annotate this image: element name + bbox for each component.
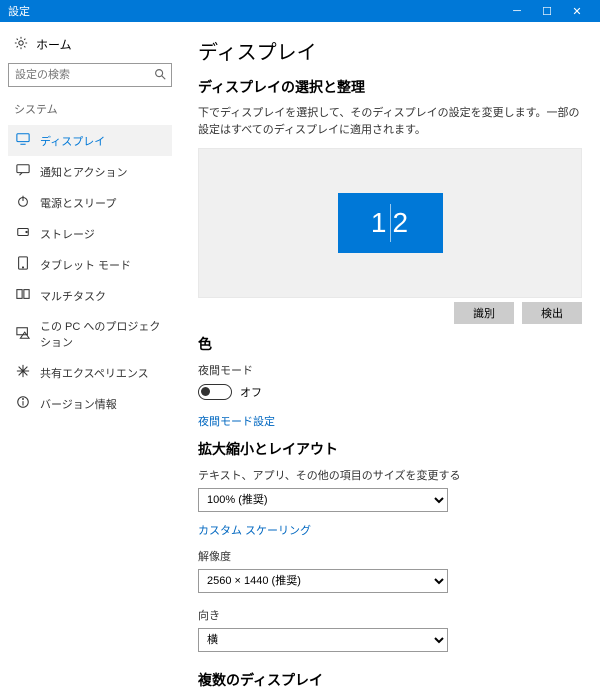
sidebar-item-label: この PC へのプロジェクション [40,318,164,350]
search-box[interactable] [8,63,172,87]
sidebar-item-multitask[interactable]: マルチタスク [8,280,172,311]
display-arrange-area[interactable]: 1 2 [198,148,582,298]
sidebar-item-label: マルチタスク [40,288,106,304]
sidebar-item-about[interactable]: バージョン情報 [8,388,172,419]
display-1-number: 1 [371,207,388,239]
tablet-icon [16,256,30,273]
arrange-title: ディスプレイの選択と整理 [198,77,582,97]
orientation-select[interactable]: 横 [198,628,448,652]
message-icon [16,163,30,180]
resolution-select[interactable]: 2560 × 1440 (推奨) [198,569,448,593]
main-content: ディスプレイ ディスプレイの選択と整理 下でディスプレイを選択して、そのディスプ… [180,22,600,687]
multi-display-title: 複数のディスプレイ [198,670,582,687]
maximize-button[interactable]: ☐ [532,5,562,18]
sidebar: ホーム システム ディスプレイ 通知とアクション 電源とスリープ ストレージ タ [0,22,180,687]
nightlight-label: 夜間モード [198,362,582,378]
projection-icon [16,326,30,343]
display-box[interactable]: 1 2 [338,193,443,253]
sidebar-item-label: ストレージ [40,226,95,242]
home-label: ホーム [36,36,72,53]
search-input[interactable] [8,63,172,87]
color-title: 色 [198,334,582,354]
scale-select[interactable]: 100% (推奨) [198,488,448,512]
sidebar-item-label: 共有エクスペリエンス [40,365,149,381]
info-icon [16,395,30,412]
nightlight-settings-link[interactable]: 夜間モード設定 [198,413,582,429]
home-link[interactable]: ホーム [14,36,168,53]
sidebar-item-storage[interactable]: ストレージ [8,218,172,249]
sidebar-item-tablet[interactable]: タブレット モード [8,249,172,280]
sidebar-item-label: 電源とスリープ [40,195,116,211]
display-divider [390,204,391,242]
scale-label: テキスト、アプリ、その他の項目のサイズを変更する [198,467,582,483]
sidebar-item-label: タブレット モード [40,257,131,273]
storage-icon [16,225,30,242]
page-title: ディスプレイ [198,36,582,65]
search-icon [153,67,167,84]
sidebar-item-display[interactable]: ディスプレイ [8,125,172,156]
power-icon [16,194,30,211]
sidebar-item-label: バージョン情報 [40,396,117,412]
monitor-icon [16,132,30,149]
share-icon [16,364,30,381]
sidebar-item-notifications[interactable]: 通知とアクション [8,156,172,187]
sidebar-item-shared[interactable]: 共有エクスペリエンス [8,357,172,388]
window-title: 設定 [8,3,502,19]
custom-scaling-link[interactable]: カスタム スケーリング [198,522,582,538]
gear-icon [14,36,28,53]
sidebar-item-power[interactable]: 電源とスリープ [8,187,172,218]
close-button[interactable]: ✕ [562,5,592,18]
orientation-label: 向き [198,607,582,623]
nightlight-state: オフ [240,384,262,400]
display-2-number: 2 [393,207,410,239]
resolution-label: 解像度 [198,548,582,564]
minimize-button[interactable]: ─ [502,5,532,17]
detect-button[interactable]: 検出 [522,302,582,324]
nightlight-toggle[interactable] [198,384,232,400]
sidebar-item-projection[interactable]: この PC へのプロジェクション [8,311,172,357]
arrange-description: 下でディスプレイを選択して、そのディスプレイの設定を変更します。一部の設定はすべ… [198,105,582,138]
titlebar: 設定 ─ ☐ ✕ [0,0,600,22]
identify-button[interactable]: 識別 [454,302,514,324]
sidebar-item-label: 通知とアクション [40,164,127,180]
scale-title: 拡大縮小とレイアウト [198,439,582,459]
sidebar-item-label: ディスプレイ [40,133,105,149]
section-label: システム [14,101,166,117]
multitask-icon [16,287,30,304]
